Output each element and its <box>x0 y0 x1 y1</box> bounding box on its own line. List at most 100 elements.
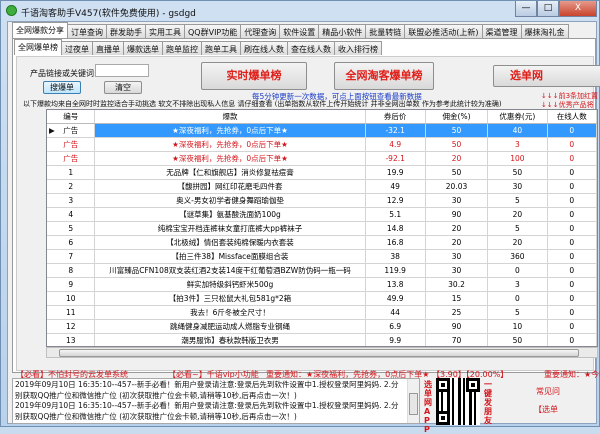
row-id: 5 <box>47 222 96 235</box>
online-count: 0 <box>548 152 597 165</box>
table-row[interactable]: 广告 ▶ ★深夜福利，先抢券，0点后下单★ -32.1 50 40 0 <box>47 124 597 138</box>
clear-button[interactable]: 清空 <box>104 81 142 94</box>
commission: 30 <box>426 264 489 277</box>
maximize-button[interactable]: □ <box>537 1 559 17</box>
product-name: 鲜实加特级斜钙虾米500g <box>95 278 366 291</box>
log-box[interactable]: 2019年09月10日 16:35:10--457--新手必看！新用户登录请注意… <box>12 378 420 424</box>
main-tab[interactable]: 订单查询 <box>67 24 107 38</box>
main-tab[interactable]: 全网爆款分享 <box>12 22 68 38</box>
xuandan-button[interactable]: 选单网 <box>493 65 600 87</box>
coupon-value: 0 <box>488 264 548 277</box>
table-row[interactable]: 9 鲜实加特级斜钙虾米500g 13.8 30.2 3 0 <box>47 278 597 292</box>
product-name: 【拍三件38】Missface面膜组合装 <box>95 250 366 263</box>
log-line: 2019年09月10日 16:35:10--457--新手必看！新用户登录请注意… <box>15 380 399 400</box>
column-header[interactable]: 在线人数 <box>548 110 597 123</box>
commission: 90 <box>426 320 489 333</box>
main-tab[interactable]: 批量转链 <box>365 24 406 38</box>
xuandan-link[interactable]: 【选单 <box>534 404 558 415</box>
main-tab[interactable]: 爆抹淘礼金 <box>520 24 569 38</box>
sub-tab[interactable]: 刷在线人数 <box>240 41 288 55</box>
online-count: 0 <box>548 250 597 263</box>
sub-tab[interactable]: 查在线人数 <box>287 41 335 55</box>
sub-tab[interactable]: 跑单工具 <box>201 41 241 55</box>
vertical-scrollbar[interactable] <box>407 379 419 423</box>
coupon-value: 3 <box>488 278 548 291</box>
column-header[interactable]: 佣金(%) <box>426 110 489 123</box>
product-name: 我去！6斤冬被全尺寸！ <box>95 306 366 319</box>
main-tab[interactable]: 精品小软件 <box>318 24 367 38</box>
table-row[interactable]: 广告 ★深夜福利，先抢券，0点后下单★ -92.1 20 100 0 <box>47 152 597 166</box>
column-header[interactable]: 爆款 <box>95 110 366 123</box>
online-count: 0 <box>547 124 597 137</box>
product-name: 川富臻品CFN108双支装红酒2支装14度干红葡萄酒BZW防伪码一瓶一码 <box>95 264 366 277</box>
table-row[interactable]: 2 【馥拼园】网红印花磨毛四件套 49 20.03 30 0 <box>47 180 597 194</box>
coupon-price: 49.9 <box>366 292 426 305</box>
main-tab[interactable]: QQ群VIP功能 <box>184 24 242 38</box>
table-row[interactable]: 广告 ★深夜福利，先抢券，0点后下单★ 4.9 50 3 0 <box>47 138 597 152</box>
online-count: 0 <box>548 166 597 179</box>
table-row[interactable]: 4 【谜草集】氨基酸洗面奶100g 5.1 90 20 0 <box>47 208 597 222</box>
table-row[interactable]: 10 【拍3件】三只松鼠大礼包581g*2箱 49.9 15 0 0 <box>47 292 597 306</box>
table-row[interactable]: 5 纯棉宝宝开档连裤袜女童打底裤大pp裤袜子 14.8 20 5 0 <box>47 222 597 236</box>
horizontal-scrollbar[interactable] <box>46 347 598 358</box>
row-id: 3 <box>47 194 96 207</box>
main-tab[interactable]: 实用工具 <box>145 24 185 38</box>
sub-tab[interactable]: 直播单 <box>92 41 124 55</box>
row-id: 2 <box>47 180 96 193</box>
title-bar: 千语淘客助手V457(软件免费使用) - gsdgd — □ X <box>1 1 600 21</box>
content-panel: 产品链接或关键词: 搜爆单 清空 实时爆单榜 全网淘客爆单榜 选单网 每5分钟更… <box>16 56 600 371</box>
main-tab[interactable]: 软件设置 <box>279 24 320 38</box>
table-row[interactable]: 8 川富臻品CFN108双支装红酒2支装14度干红葡萄酒BZW防伪码一瓶一码 119… <box>47 264 597 278</box>
main-tab[interactable]: 群发助手 <box>106 24 146 38</box>
sub-tab[interactable]: 跑单监控 <box>162 41 202 55</box>
coupon-value: 0 <box>488 292 548 305</box>
product-name: 跳绳健身减肥运动成人燃脂专业钢绳 <box>95 320 366 333</box>
search-input[interactable] <box>95 64 149 77</box>
main-tab[interactable]: 联盟必推活动(上新) <box>404 24 483 38</box>
online-count: 0 <box>548 208 597 221</box>
column-header[interactable]: 券后价 <box>366 110 426 123</box>
commission: 30.2 <box>426 278 489 291</box>
products-table: 编号 爆款 券后价 佣金(%) 优惠券(元) 在线人数 广告 ▶ ★深夜福利，先抢券，0点后下单… <box>46 109 598 347</box>
coupon-price: -92.1 <box>366 152 426 165</box>
product-name: 奥义-男女初学者健身舞蹈瑜伽垫 <box>95 194 366 207</box>
main-tab[interactable]: 代理查询 <box>240 24 281 38</box>
product-name: 【馥拼园】网红印花磨毛四件套 <box>95 180 366 193</box>
minimize-button[interactable]: — <box>515 1 537 17</box>
commission: 50 <box>426 138 489 151</box>
faq-link[interactable]: 常见问 <box>536 386 560 397</box>
table-row[interactable]: 6 【北极绒】情侣套装纯棉保暖内衣套装 16.8 20 20 0 <box>47 236 597 250</box>
product-name: 【拍3件】三只松鼠大礼包581g*2箱 <box>95 292 366 305</box>
coupon-value: 5 <box>488 306 548 319</box>
table-row[interactable]: 11 我去！6斤冬被全尺寸！ 44 25 5 0 <box>47 306 597 320</box>
product-name: ★深夜福利，先抢券，0点后下单★ <box>95 152 366 165</box>
scrollbar-thumb[interactable] <box>409 393 418 415</box>
table-row[interactable]: 13 潮男服饰】春秋款韩版卫衣男 9.9 70 50 0 <box>47 334 597 346</box>
table-row[interactable]: 1 无品牌【仁和旗舰店】消炎修复祛痘膏 19.9 50 50 0 <box>47 166 597 180</box>
realtime-rank-button[interactable]: 实时爆单榜 <box>201 62 307 90</box>
commission: 50 <box>426 166 489 179</box>
table-row[interactable]: 12 跳绳健身减肥运动成人燃脂专业钢绳 6.9 90 10 0 <box>47 320 597 334</box>
column-header[interactable]: 优惠券(元) <box>488 110 548 123</box>
main-tab[interactable]: 渠道管理 <box>481 24 522 38</box>
allnet-rank-button[interactable]: 全网淘客爆单榜 <box>334 62 434 90</box>
table-row[interactable]: 3 奥义-男女初学者健身舞蹈瑜伽垫 12.9 30 5 0 <box>47 194 597 208</box>
online-count: 0 <box>548 264 597 277</box>
search-button[interactable]: 搜爆单 <box>43 81 81 94</box>
column-header[interactable]: 编号 <box>47 110 96 123</box>
sub-tab[interactable]: 全网爆单榜 <box>14 39 62 55</box>
commission: 90 <box>426 208 489 221</box>
app-icon <box>6 5 17 16</box>
commission: 20.03 <box>426 180 489 193</box>
sub-tab[interactable]: 过夜单 <box>61 41 93 55</box>
close-button[interactable]: X <box>559 1 597 17</box>
row-id: 8 <box>47 264 96 277</box>
notice-important-2: 重要通知：★今晚0 <box>544 370 600 379</box>
commission: 20 <box>426 152 489 165</box>
scrollbar-thumb[interactable] <box>59 349 579 357</box>
sub-tab[interactable]: 收入排行榜 <box>334 41 382 55</box>
coupon-value: 40 <box>488 124 548 137</box>
row-id: 9 <box>47 278 96 291</box>
sub-tab[interactable]: 爆款选单 <box>123 41 163 55</box>
table-row[interactable]: 7 【拍三件38】Missface面膜组合装 38 30 360 0 <box>47 250 597 264</box>
